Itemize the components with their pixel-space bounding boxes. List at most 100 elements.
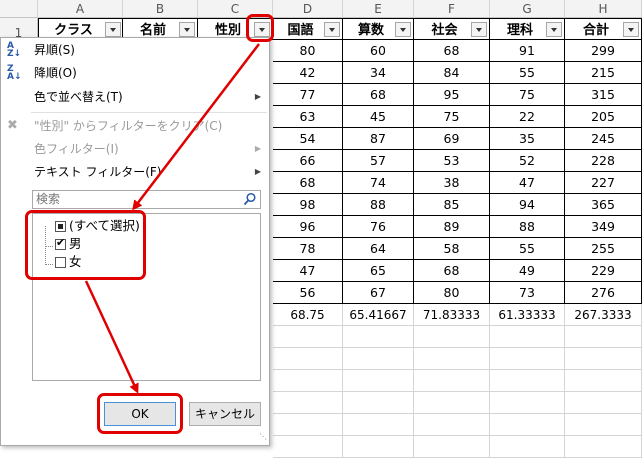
empty-cell[interactable]: [414, 392, 490, 414]
column-header-d[interactable]: D: [273, 0, 343, 18]
table-cell[interactable]: 98: [273, 194, 343, 216]
table-cell[interactable]: 38: [414, 172, 490, 194]
empty-cell[interactable]: [414, 436, 490, 458]
menu-sort-by-color[interactable]: 色で並べ替え(T) ▶: [1, 86, 269, 108]
table-cell[interactable]: 69: [414, 128, 490, 150]
table-cell[interactable]: 84: [414, 62, 490, 84]
table-cell[interactable]: 68: [414, 260, 490, 282]
filter-search-input[interactable]: 検索: [32, 190, 261, 209]
table-cell[interactable]: 58: [414, 238, 490, 260]
empty-cell[interactable]: [565, 348, 642, 370]
table-cell[interactable]: 60: [343, 40, 414, 62]
table-cell[interactable]: 55: [490, 238, 565, 260]
table-cell[interactable]: 80: [414, 282, 490, 304]
column-header-h[interactable]: H: [565, 0, 642, 18]
table-cell[interactable]: 66: [273, 150, 343, 172]
table-cell[interactable]: 35: [490, 128, 565, 150]
menu-sort-descending[interactable]: Z A↓ 降順(O): [1, 62, 269, 84]
table-cell[interactable]: 64: [343, 238, 414, 260]
table-cell[interactable]: 53: [414, 150, 490, 172]
empty-cell[interactable]: [343, 414, 414, 436]
table-cell[interactable]: 245: [565, 128, 642, 150]
empty-cell[interactable]: [490, 392, 565, 414]
empty-cell[interactable]: [343, 326, 414, 348]
table-cell[interactable]: 22: [490, 106, 565, 128]
table-cell[interactable]: 56: [273, 282, 343, 304]
empty-cell[interactable]: [565, 326, 642, 348]
table-cell[interactable]: 42: [273, 62, 343, 84]
table-cell[interactable]: 78: [273, 238, 343, 260]
table-cell[interactable]: 47: [273, 260, 343, 282]
empty-cell[interactable]: [273, 414, 343, 436]
table-cell[interactable]: 88: [343, 194, 414, 216]
empty-cell[interactable]: [490, 326, 565, 348]
filter-dropdown-math[interactable]: [395, 22, 411, 37]
cancel-button[interactable]: キャンセル: [189, 402, 261, 426]
empty-cell[interactable]: [414, 414, 490, 436]
table-cell[interactable]: 85: [414, 194, 490, 216]
column-header-g[interactable]: G: [490, 0, 565, 18]
table-cell[interactable]: 365: [565, 194, 642, 216]
empty-cell[interactable]: [565, 436, 642, 458]
menu-text-filter[interactable]: テキスト フィルター(F) ▶: [1, 161, 269, 183]
empty-cell[interactable]: [565, 414, 642, 436]
filter-dropdown-science[interactable]: [546, 22, 562, 37]
average-cell[interactable]: 65.41667: [343, 304, 414, 326]
empty-cell[interactable]: [273, 326, 343, 348]
table-cell[interactable]: 77: [273, 84, 343, 106]
resize-grip-icon[interactable]: ⋱: [259, 432, 268, 441]
average-cell[interactable]: 267.3333: [565, 304, 642, 326]
table-cell[interactable]: 63: [273, 106, 343, 128]
table-cell[interactable]: 91: [490, 40, 565, 62]
filter-dropdown-class[interactable]: [105, 22, 121, 37]
table-cell[interactable]: 315: [565, 84, 642, 106]
table-cell[interactable]: 255: [565, 238, 642, 260]
table-cell[interactable]: 73: [490, 282, 565, 304]
table-cell[interactable]: 65: [343, 260, 414, 282]
table-cell[interactable]: 299: [565, 40, 642, 62]
empty-cell[interactable]: [273, 392, 343, 414]
table-cell[interactable]: 215: [565, 62, 642, 84]
table-cell[interactable]: 349: [565, 216, 642, 238]
empty-cell[interactable]: [343, 370, 414, 392]
table-cell[interactable]: 89: [414, 216, 490, 238]
table-cell[interactable]: 75: [490, 84, 565, 106]
empty-cell[interactable]: [414, 370, 490, 392]
empty-cell[interactable]: [273, 370, 343, 392]
empty-cell[interactable]: [565, 370, 642, 392]
column-header-a[interactable]: A: [38, 0, 123, 18]
table-cell[interactable]: 227: [565, 172, 642, 194]
column-header-e[interactable]: E: [343, 0, 414, 18]
average-cell[interactable]: 71.83333: [414, 304, 490, 326]
empty-cell[interactable]: [343, 392, 414, 414]
empty-cell[interactable]: [273, 348, 343, 370]
table-cell[interactable]: 47: [490, 172, 565, 194]
empty-cell[interactable]: [490, 370, 565, 392]
table-cell[interactable]: 76: [343, 216, 414, 238]
average-cell[interactable]: 68.75: [273, 304, 343, 326]
column-header-f[interactable]: F: [414, 0, 490, 18]
menu-sort-ascending[interactable]: A Z↓ 昇順(S): [1, 39, 269, 61]
table-cell[interactable]: 55: [490, 62, 565, 84]
table-cell[interactable]: 68: [343, 84, 414, 106]
table-cell[interactable]: 57: [343, 150, 414, 172]
empty-cell[interactable]: [414, 348, 490, 370]
table-cell[interactable]: 96: [273, 216, 343, 238]
table-cell[interactable]: 80: [273, 40, 343, 62]
empty-cell[interactable]: [565, 392, 642, 414]
table-cell[interactable]: 229: [565, 260, 642, 282]
table-cell[interactable]: 205: [565, 106, 642, 128]
average-cell[interactable]: 61.33333: [490, 304, 565, 326]
table-cell[interactable]: 49: [490, 260, 565, 282]
table-cell[interactable]: 34: [343, 62, 414, 84]
empty-cell[interactable]: [414, 326, 490, 348]
empty-cell[interactable]: [490, 414, 565, 436]
table-cell[interactable]: 74: [343, 172, 414, 194]
filter-dropdown-japanese[interactable]: [324, 22, 340, 37]
select-all-corner[interactable]: [0, 0, 38, 18]
column-header-b[interactable]: B: [123, 0, 198, 18]
table-cell[interactable]: 95: [414, 84, 490, 106]
table-cell[interactable]: 94: [490, 194, 565, 216]
table-cell[interactable]: 52: [490, 150, 565, 172]
empty-cell[interactable]: [343, 436, 414, 458]
